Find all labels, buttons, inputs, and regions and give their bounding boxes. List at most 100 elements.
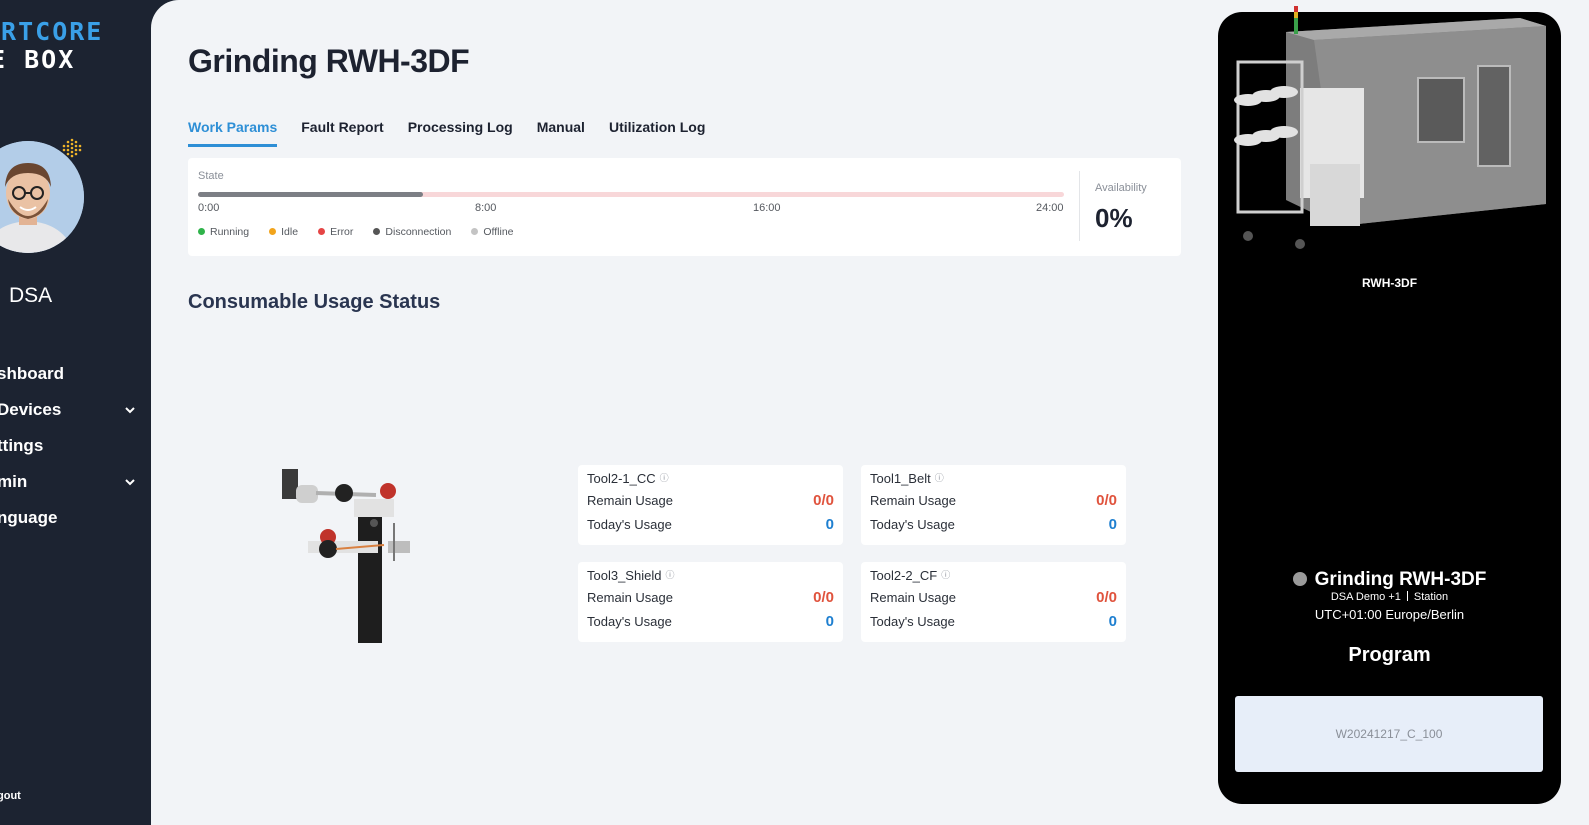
machine-title: Grinding RWH-3DF (1218, 569, 1561, 591)
state-label: State (198, 170, 224, 182)
timeline-tick: 0:00 (198, 202, 220, 214)
availability-value: 0% (1095, 203, 1133, 233)
consumable-name-text: Tool2-2_CF (870, 568, 938, 583)
separator (1406, 591, 1408, 601)
machine-model: RWH-3DF (1361, 276, 1418, 290)
remain-usage-value: 0/0 (813, 589, 834, 606)
machine-image (1234, 6, 1546, 249)
legend-label: Error (330, 226, 354, 238)
legend-label: Running (210, 226, 250, 238)
consumable-card[interactable]: Tool2-2_CF ⓘ Remain Usage 0/0 Today's Usag… (861, 562, 1126, 642)
app-logo[interactable]: ARTCORE E BOX (0, 18, 103, 74)
consumable-name-text: Tool3_Shield (587, 568, 662, 583)
status-dot-icon (318, 228, 326, 235)
today-usage-label: Today's Usage (587, 614, 672, 629)
remain-usage-value: 0/0 (1096, 589, 1117, 606)
chevron-down-icon (125, 479, 135, 486)
decorative-dots-icon (62, 138, 82, 158)
sidebar-item-admin[interactable]: min (0, 464, 150, 500)
tab-processing-log[interactable]: Processing Log (408, 119, 513, 147)
timeline-tick: 24:00 (1036, 202, 1064, 214)
logo-line-1: ARTCORE (0, 17, 104, 46)
sidebar-item-dashboard[interactable]: shboard (0, 356, 150, 392)
today-usage-value: 0 (825, 516, 834, 533)
remain-usage-label: Remain Usage (870, 590, 956, 605)
today-usage-label: Today's Usage (870, 614, 955, 629)
timeline-tick: 16:00 (753, 202, 781, 214)
today-usage-label: Today's Usage (870, 517, 955, 532)
program-value[interactable]: W20241217_C_100 (1235, 696, 1543, 772)
consumable-name: Tool1_Belt ⓘ (870, 471, 944, 486)
status-dot-icon (373, 228, 381, 235)
status-dot-icon (198, 228, 205, 235)
remain-usage-value: 0/0 (813, 492, 834, 509)
status-dot-icon (1292, 572, 1307, 586)
today-usage-row: Today's Usage 0 (870, 516, 1117, 533)
state-card: State 0:00 8:00 16:00 24:00 Running Idle… (188, 158, 1181, 256)
tool-assembly-image (282, 469, 410, 643)
consumable-name-text: Tool2-1_CC (587, 471, 656, 486)
machine-subtitle: DSA Demo +1 Station (1218, 591, 1561, 603)
chevron-down-icon (125, 407, 135, 414)
username: DSA (9, 284, 53, 307)
consumable-card[interactable]: Tool3_Shield ⓘ Remain Usage 0/0 Today's Us… (578, 562, 843, 642)
machine-location: DSA Demo +1 (1330, 591, 1401, 603)
availability-label: Availability (1095, 182, 1147, 194)
remain-usage-row: Remain Usage 0/0 (587, 589, 834, 606)
consumable-card[interactable]: Tool2-1_CC ⓘ Remain Usage 0/0 Today's Usag… (578, 465, 843, 545)
remain-usage-row: Remain Usage 0/0 (870, 492, 1117, 509)
legend-label: Disconnection (385, 226, 452, 238)
sidebar-nav: shboard Devices ttings min nguage (0, 356, 150, 536)
legend-item-disconnection: Disconnection (373, 226, 451, 238)
sidebar-item-language[interactable]: nguage (0, 500, 150, 536)
program-label: Program (1348, 644, 1431, 666)
today-usage-label: Today's Usage (587, 517, 672, 532)
legend-item-running: Running (198, 226, 249, 238)
info-icon[interactable]: ⓘ (935, 473, 944, 483)
state-timeline (198, 192, 1064, 197)
sidebar-item-label: ttings (0, 436, 44, 455)
state-timeline-fill (198, 192, 424, 197)
sidebar-item-label: nguage (0, 508, 58, 527)
remain-usage-value: 0/0 (1096, 492, 1117, 509)
tab-manual[interactable]: Manual (537, 119, 585, 147)
consumable-name-text: Tool1_Belt (870, 471, 931, 486)
today-usage-value: 0 (1108, 516, 1117, 533)
legend-item-offline: Offline (471, 226, 514, 238)
today-usage-value: 0 (825, 613, 834, 630)
consumable-name: Tool2-2_CF ⓘ (870, 568, 950, 583)
tab-fault-report[interactable]: Fault Report (301, 119, 383, 147)
status-dot-icon (269, 228, 277, 235)
today-usage-row: Today's Usage 0 (587, 613, 834, 630)
consumable-card[interactable]: Tool1_Belt ⓘ Remain Usage 0/0 Today's Usag… (861, 465, 1126, 545)
sidebar-item-label: min (0, 472, 28, 491)
today-usage-row: Today's Usage 0 (587, 516, 834, 533)
machine-title-text: Grinding RWH-3DF (1314, 569, 1487, 590)
tab-bar: Work Params Fault Report Processing Log … (188, 119, 705, 147)
machine-timezone: UTC+01:00 Europe/Berlin (1314, 607, 1465, 622)
remain-usage-row: Remain Usage 0/0 (870, 589, 1117, 606)
legend-item-error: Error (318, 226, 353, 238)
today-usage-value: 0 (1108, 613, 1117, 630)
tab-work-params[interactable]: Work Params (188, 119, 278, 147)
info-icon[interactable]: ⓘ (660, 473, 669, 483)
info-icon[interactable]: ⓘ (941, 570, 950, 580)
legend-label: Idle (281, 226, 299, 238)
machine-panel: RWH-3DF Grinding RWH-3DF DSA Demo +1 Stat… (1218, 6, 1561, 804)
remain-usage-row: Remain Usage 0/0 (587, 492, 834, 509)
info-icon[interactable]: ⓘ (665, 570, 674, 580)
logout-button[interactable]: gout (0, 790, 21, 802)
divider (1079, 171, 1080, 241)
sidebar-item-label: shboard (0, 364, 65, 383)
today-usage-row: Today's Usage 0 (870, 613, 1117, 630)
state-legend: Running Idle Error Disconnection Offline (198, 226, 514, 238)
remain-usage-label: Remain Usage (587, 493, 673, 508)
status-dot-icon (471, 228, 479, 235)
consumable-name: Tool2-1_CC ⓘ (587, 471, 669, 486)
sidebar-item-devices[interactable]: Devices (0, 392, 150, 428)
logo-line-2: E BOX (0, 45, 76, 74)
remain-usage-label: Remain Usage (587, 590, 673, 605)
tab-utilization-log[interactable]: Utilization Log (609, 119, 705, 147)
sidebar-item-settings[interactable]: ttings (0, 428, 150, 464)
timeline-tick: 8:00 (475, 202, 497, 214)
